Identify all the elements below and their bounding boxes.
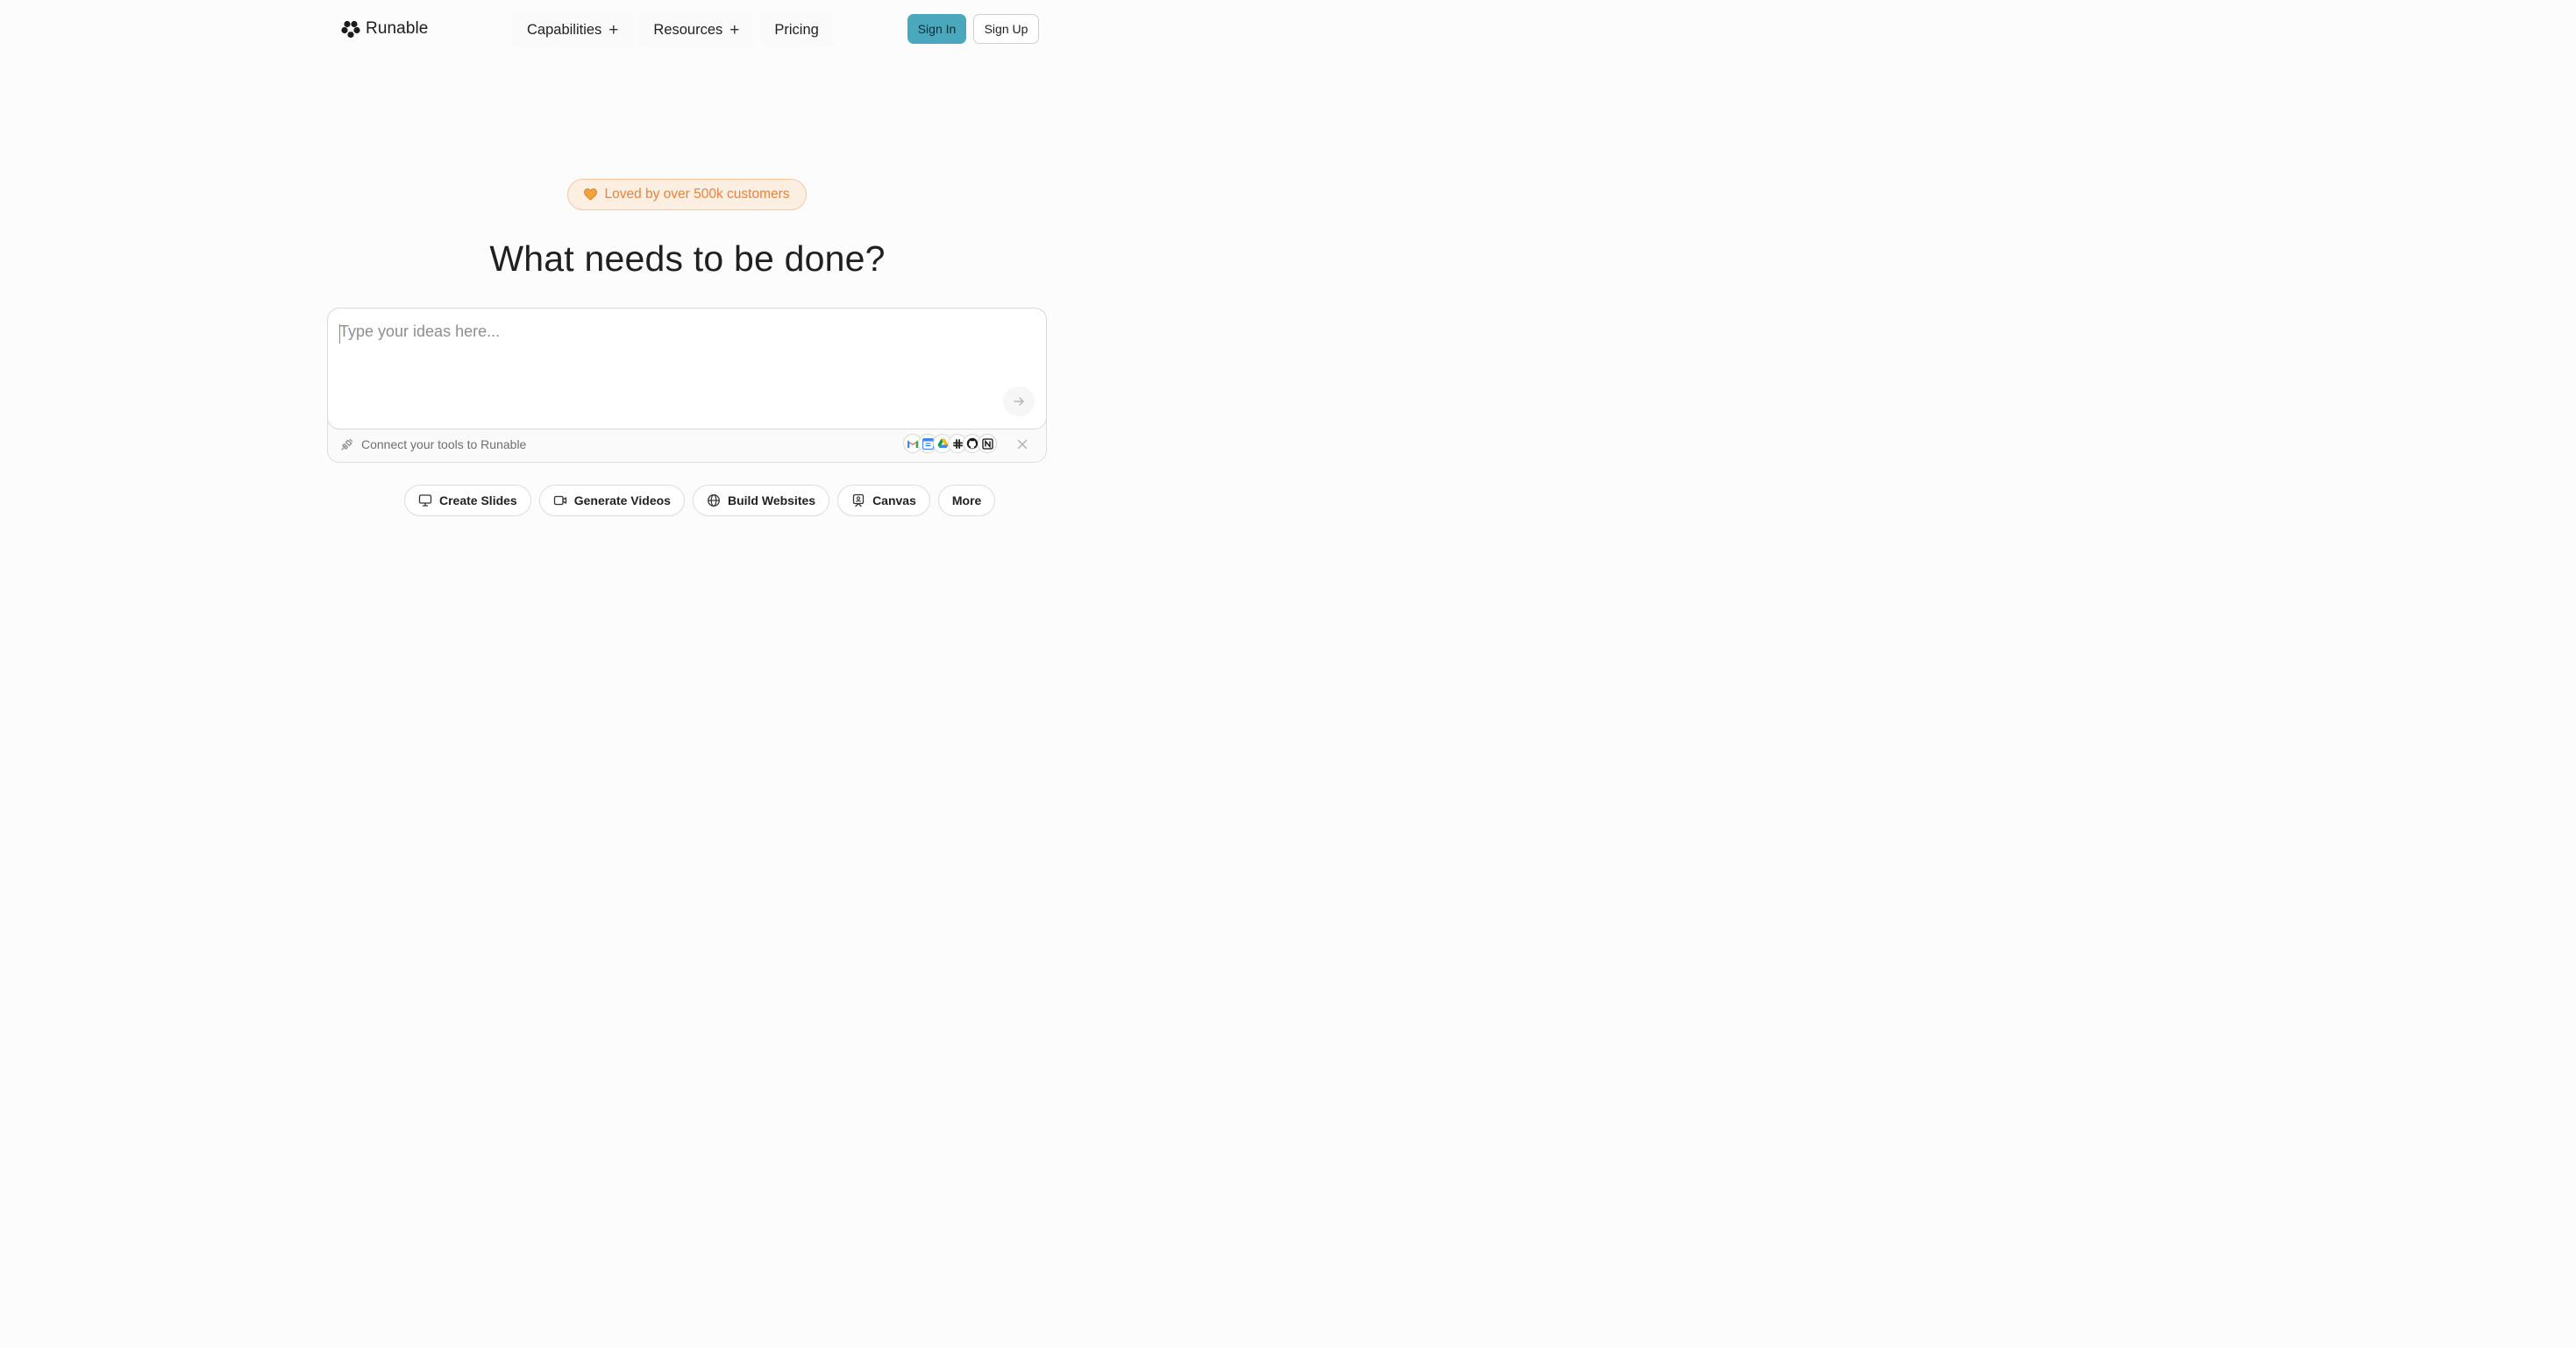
nav-resources-label: Resources [653,21,723,38]
more-chip[interactable]: More [937,485,996,516]
canvas-chip[interactable]: Canvas [837,485,930,516]
generate-videos-label: Generate Videos [573,493,671,507]
tool-icons[interactable] [903,434,997,453]
brand-name: Runable [366,19,429,38]
connect-tools-link[interactable]: Connect your tools to Runable [340,437,526,451]
badge-text: Loved by over 500k customers [604,187,790,202]
page: Runable Capabilities + Resources + Prici… [0,0,1375,720]
plug-icon [341,438,353,451]
sign-up-button[interactable]: Sign Up [973,14,1039,44]
arrow-right-icon [1014,397,1024,406]
nav-pricing[interactable]: Pricing [759,12,834,47]
prompt-composer: Connect your tools to Runable [327,308,1047,463]
nav-resources[interactable]: Resources + [638,12,755,47]
send-button[interactable] [1003,387,1035,416]
nav-capabilities-label: Capabilities [527,21,602,38]
create-slides-chip[interactable]: Create Slides [404,485,531,516]
page-title: What needs to be done? [489,238,886,279]
prompt-input-area [327,308,1047,429]
canvas-icon [852,493,865,507]
social-proof-badge: Loved by over 500k customers [567,179,807,210]
globe-icon [708,494,720,507]
build-websites-chip[interactable]: Build Websites [692,485,830,516]
presentation-icon [418,494,432,507]
text-caret [339,324,340,344]
connect-tools-text: Connect your tools to Runable [361,437,527,451]
build-websites-label: Build Websites [727,493,816,507]
video-icon [553,495,566,506]
prompt-input[interactable] [339,323,988,349]
notion-icon [978,434,997,453]
main-nav: Capabilities + Resources + Pricing [512,12,834,47]
brand-logo[interactable]: Runable [341,18,428,39]
close-icon[interactable] [1016,438,1028,451]
plus-icon: + [729,20,740,39]
generate-videos-chip[interactable]: Generate Videos [538,485,685,516]
runable-logo-icon [341,20,360,39]
canvas-label: Canvas [872,493,916,507]
sign-in-button[interactable]: Sign In [907,14,966,44]
heart-icon [584,188,598,201]
more-label: More [951,493,982,507]
create-slides-label: Create Slides [439,493,517,507]
nav-capabilities[interactable]: Capabilities + [512,12,634,47]
plus-icon: + [608,20,619,39]
quick-action-chips: Create Slides Generate Videos Build Webs… [404,485,996,516]
nav-pricing-label: Pricing [774,21,819,38]
